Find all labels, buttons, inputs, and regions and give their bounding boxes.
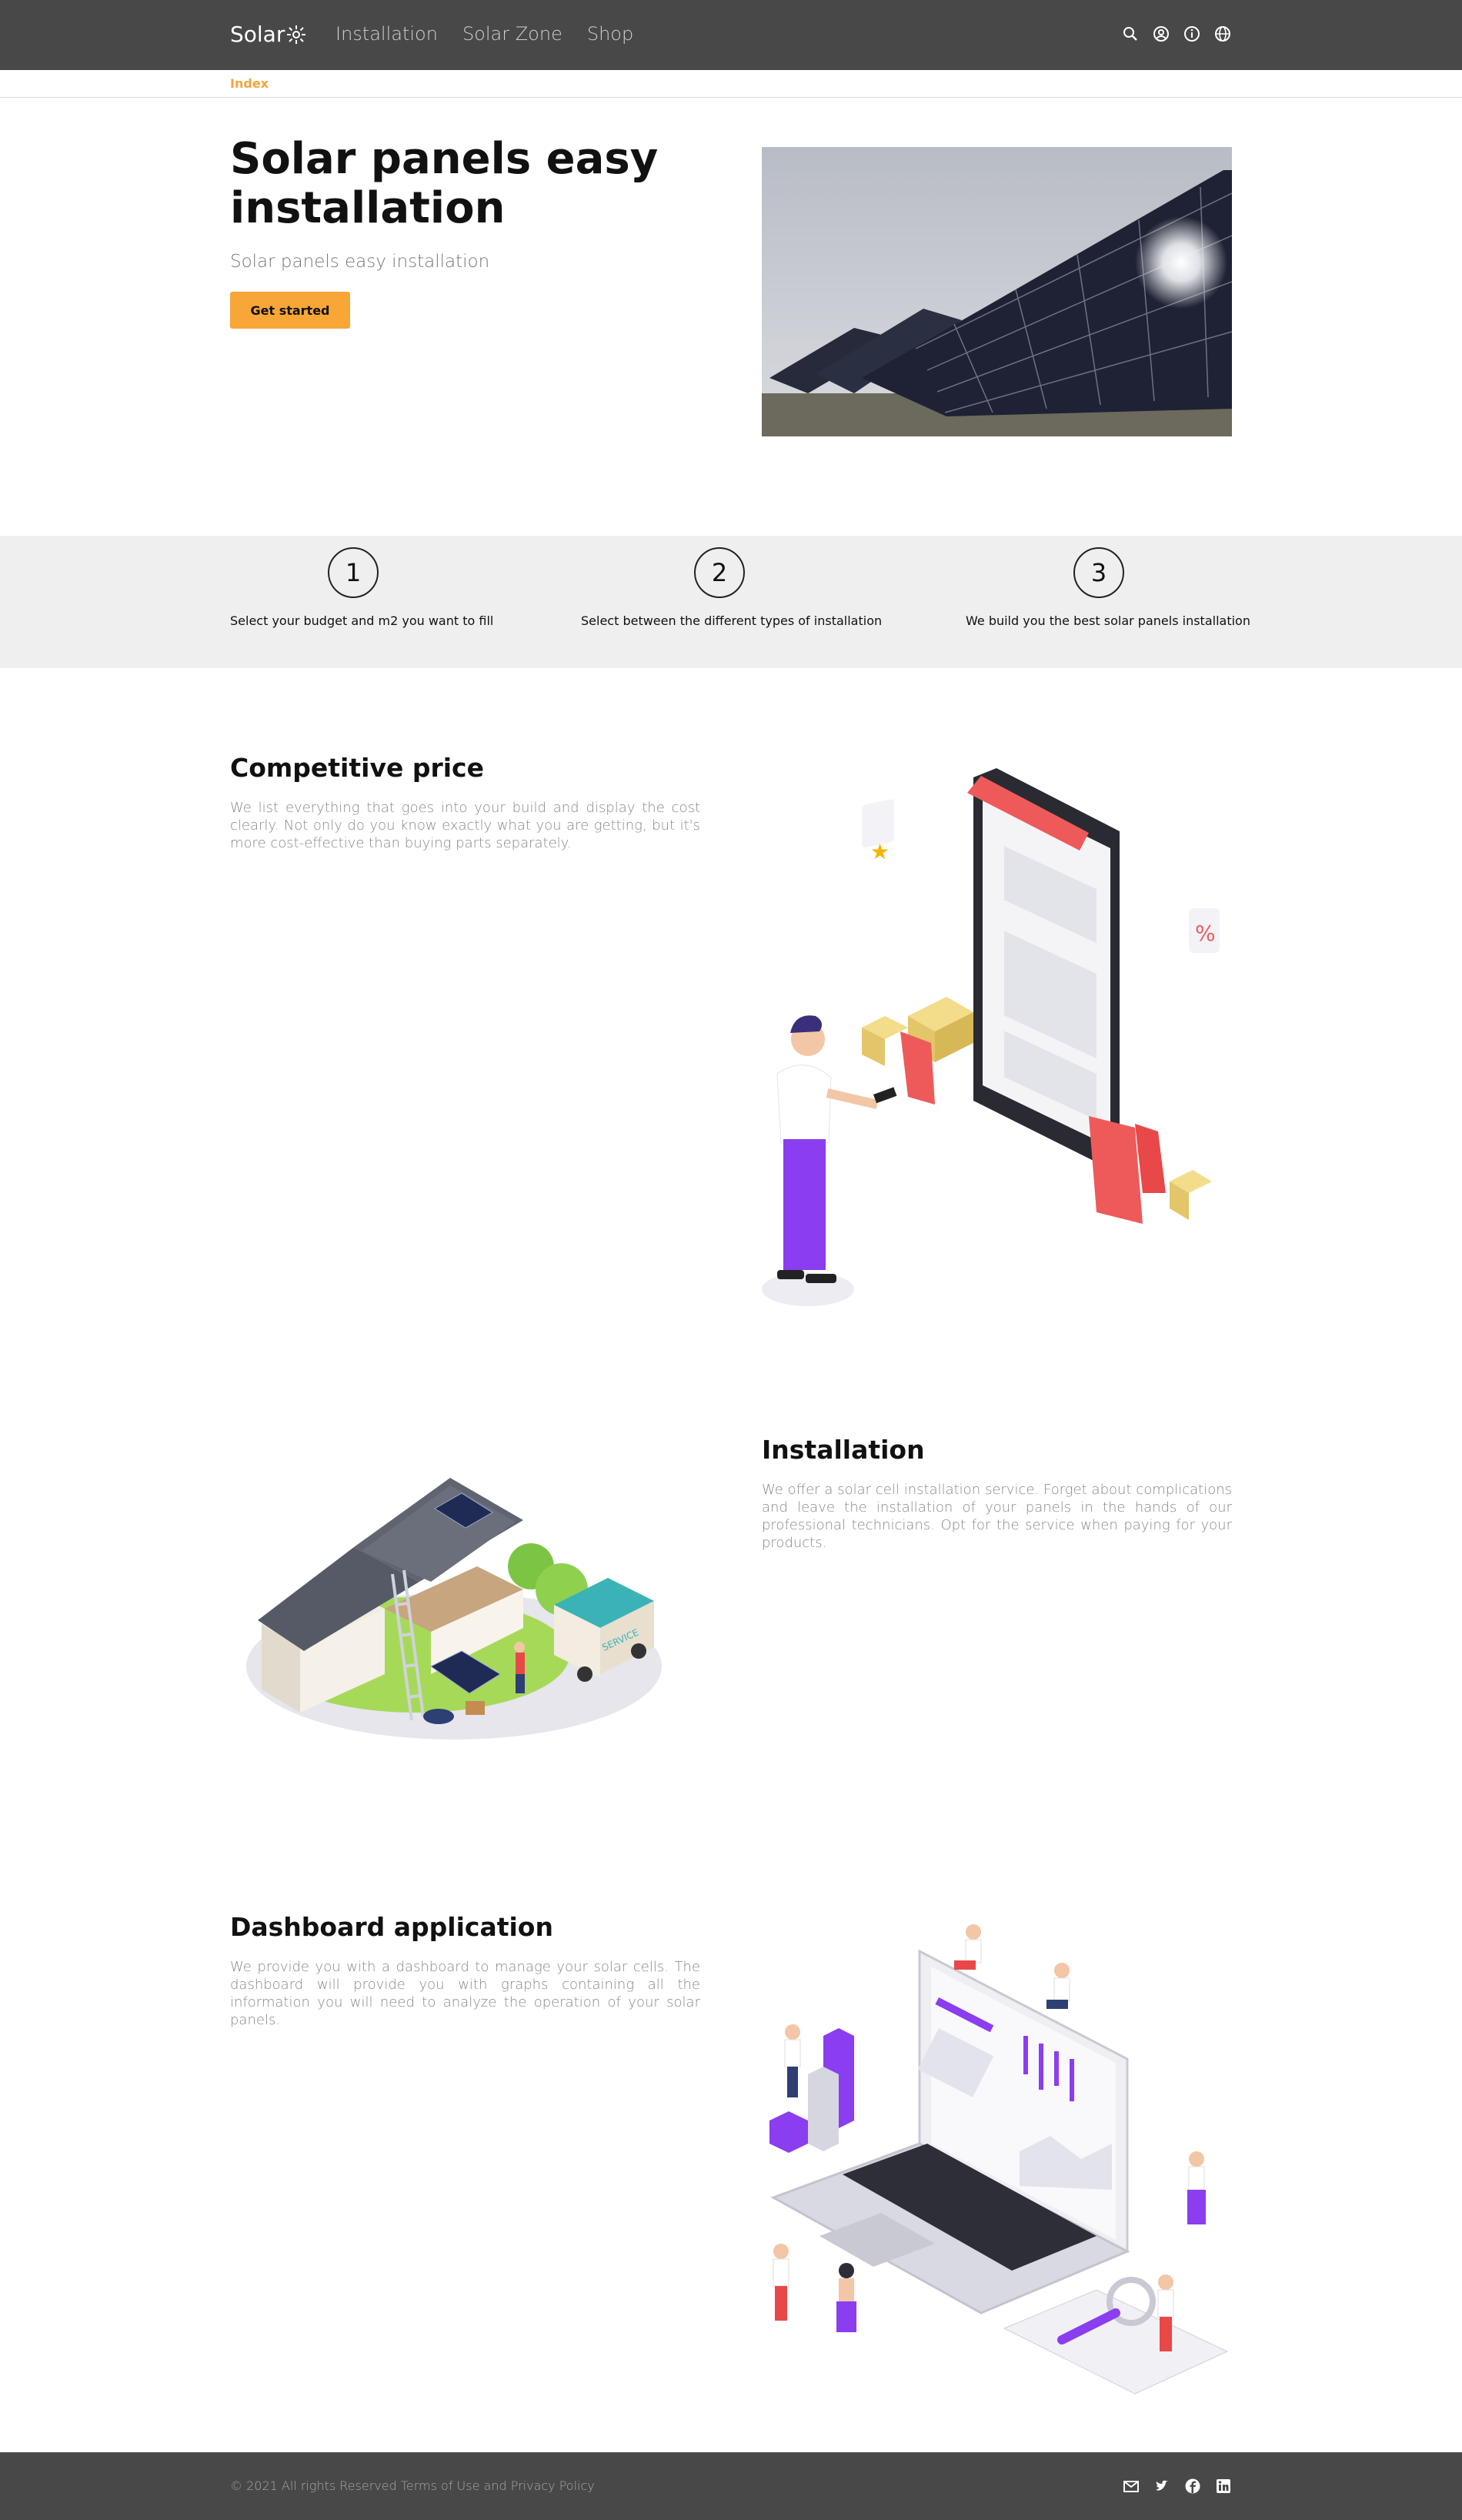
facebook-icon[interactable] xyxy=(1184,2478,1201,2495)
svg-text:%: % xyxy=(1195,921,1216,946)
step-2: 2 Select between the different types of … xyxy=(581,536,883,628)
step-number: 3 xyxy=(1073,547,1124,598)
step-text: Select your budget and m2 you want to fi… xyxy=(230,613,494,628)
sun-logo-icon xyxy=(287,25,306,44)
logo-text: Solar xyxy=(230,22,285,47)
solar-panels-photo xyxy=(762,147,1232,436)
top-navbar: Solar Installation Solar Zone Shop xyxy=(0,0,1462,70)
feature-body-dashboard: We provide you with a dashboard to manag… xyxy=(230,1959,700,2028)
feature-title-dashboard: Dashboard application xyxy=(230,1912,553,1942)
info-icon[interactable] xyxy=(1183,25,1200,42)
nav-shop[interactable]: Shop xyxy=(587,23,633,45)
nav-installation[interactable]: Installation xyxy=(335,23,438,45)
step-1: 1 Select your budget and m2 you want to … xyxy=(230,536,494,628)
main-nav: Installation Solar Zone Shop xyxy=(335,23,633,45)
page: Solar Installation Solar Zone Shop Index… xyxy=(0,0,1462,2520)
dashboard-illustration xyxy=(758,1920,1235,2405)
copyright-text: © 2021 All rights Reserved Terms of Use … xyxy=(230,2478,595,2493)
step-number: 1 xyxy=(328,547,379,598)
user-icon[interactable] xyxy=(1153,25,1170,42)
mail-icon[interactable] xyxy=(1123,2478,1140,2495)
logo[interactable]: Solar xyxy=(230,22,306,47)
feature-body-price: We list everything that goes into your b… xyxy=(230,800,700,851)
svg-text:★: ★ xyxy=(870,839,890,864)
footer: © 2021 All rights Reserved Terms of Use … xyxy=(0,2452,1462,2520)
step-number: 2 xyxy=(694,547,745,598)
search-icon[interactable] xyxy=(1122,25,1139,42)
step-text: Select between the different types of in… xyxy=(581,613,883,628)
house-installation-illustration: SERVICE xyxy=(246,1474,677,1751)
nav-solar-zone[interactable]: Solar Zone xyxy=(462,23,562,45)
feature-title-price: Competitive price xyxy=(230,753,484,783)
shopping-illustration: ★ % xyxy=(758,762,1235,1316)
get-started-button[interactable]: Get started xyxy=(230,292,350,329)
hero-title: Solar panels easy installation xyxy=(230,134,659,233)
steps-section: 1 Select your budget and m2 you want to … xyxy=(0,536,1462,668)
twitter-icon[interactable] xyxy=(1153,2478,1170,2495)
feature-title-installation: Installation xyxy=(762,1435,925,1465)
step-text: We build you the best solar panels insta… xyxy=(966,613,1250,628)
hero-subtitle: Solar panels easy installation xyxy=(230,252,490,272)
linkedin-icon[interactable] xyxy=(1215,2478,1232,2495)
header-icons xyxy=(1122,25,1231,42)
social-links xyxy=(1123,2478,1232,2495)
breadcrumb: Index xyxy=(0,70,1462,98)
step-3: 3 We build you the best solar panels ins… xyxy=(966,536,1250,628)
breadcrumb-index[interactable]: Index xyxy=(230,76,269,91)
feature-body-installation: We offer a solar cell installation servi… xyxy=(762,1482,1232,1551)
globe-icon[interactable] xyxy=(1214,25,1231,42)
